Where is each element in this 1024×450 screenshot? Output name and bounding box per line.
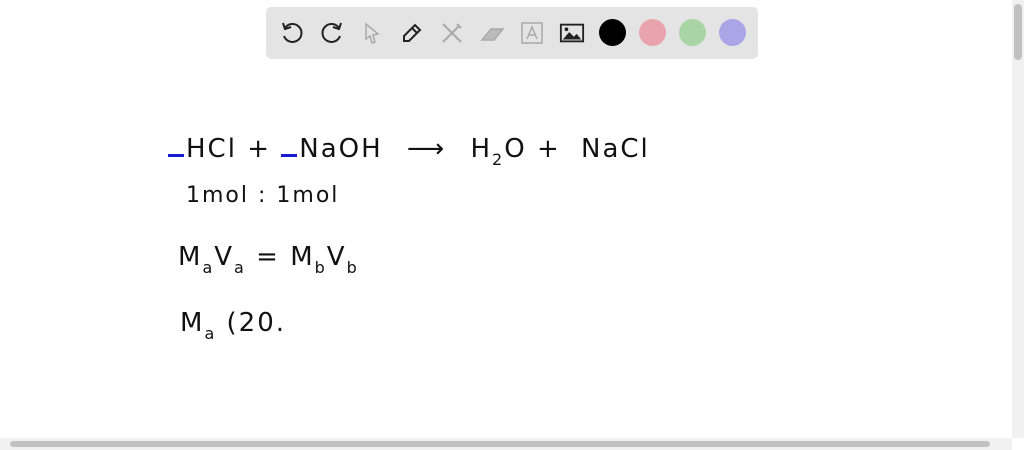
tools-button[interactable] bbox=[439, 20, 465, 46]
subscript-2: 2 bbox=[492, 150, 505, 169]
text: a bbox=[234, 258, 246, 277]
eraser-icon bbox=[480, 28, 505, 41]
vertical-scrollbar[interactable] bbox=[1012, 0, 1024, 438]
blank-coefficient bbox=[281, 154, 298, 157]
pen-button[interactable] bbox=[399, 20, 425, 46]
text: = bbox=[256, 242, 280, 272]
text-icon bbox=[521, 22, 543, 44]
reactant-hcl: HCl + bbox=[186, 134, 271, 164]
equation-line-4: Ma (20. bbox=[180, 308, 287, 343]
eraser-button[interactable] bbox=[479, 20, 505, 46]
reactant-naoh: NaOH bbox=[299, 134, 383, 164]
tools-icon bbox=[442, 23, 462, 43]
text: M bbox=[290, 242, 315, 272]
text: V bbox=[214, 242, 235, 272]
undo-icon bbox=[282, 22, 303, 43]
horizontal-scroll-thumb[interactable] bbox=[10, 441, 990, 447]
mole-ratio: 1mol : 1mol bbox=[186, 183, 340, 208]
drawing-toolbar bbox=[266, 7, 758, 59]
redo-icon bbox=[321, 22, 342, 43]
cursor-icon bbox=[365, 22, 380, 44]
text: M bbox=[178, 242, 203, 272]
text: V bbox=[326, 242, 347, 272]
equation-line-3: MaVa = MbVb bbox=[178, 242, 359, 277]
image-icon bbox=[559, 23, 585, 43]
undo-button[interactable] bbox=[279, 20, 305, 46]
text: b bbox=[314, 258, 327, 277]
horizontal-scrollbar[interactable] bbox=[0, 438, 1012, 450]
reaction-arrow: ⟶ bbox=[406, 134, 447, 164]
color-purple[interactable] bbox=[719, 19, 746, 46]
color-pink[interactable] bbox=[639, 19, 666, 46]
vertical-scroll-thumb[interactable] bbox=[1014, 4, 1022, 60]
text-button[interactable] bbox=[519, 20, 545, 46]
equation-line-1: HCl + NaOH ⟶ H2O + NaCl bbox=[168, 134, 650, 169]
text: (20. bbox=[226, 308, 287, 338]
color-green[interactable] bbox=[679, 19, 706, 46]
image-button[interactable] bbox=[559, 20, 585, 46]
blank-coefficient bbox=[168, 154, 184, 157]
product-water-o: O + bbox=[504, 134, 561, 164]
text: a bbox=[204, 324, 217, 343]
text: a bbox=[202, 258, 215, 277]
product-water-h: H bbox=[470, 134, 493, 164]
text: M bbox=[180, 308, 205, 338]
pencil-icon bbox=[403, 23, 422, 42]
text: b bbox=[346, 258, 359, 277]
product-nacl: NaCl bbox=[581, 134, 650, 164]
select-button[interactable] bbox=[359, 20, 385, 46]
redo-button[interactable] bbox=[319, 20, 345, 46]
color-black[interactable] bbox=[599, 19, 626, 46]
